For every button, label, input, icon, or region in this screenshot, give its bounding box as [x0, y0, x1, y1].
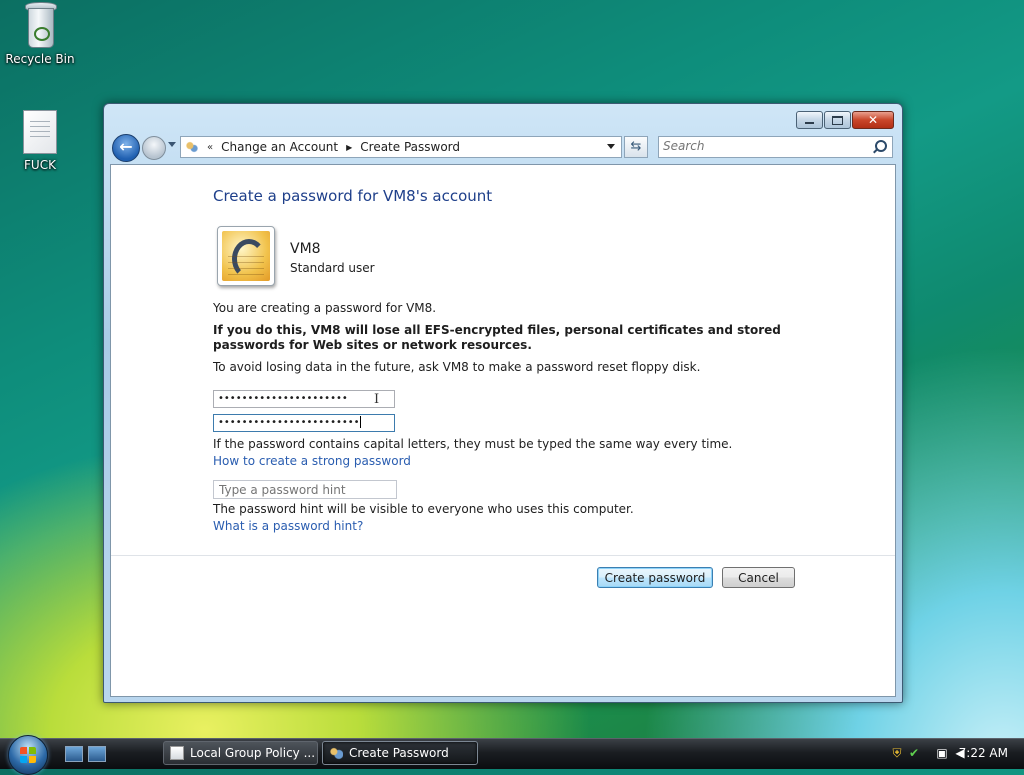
- taskbar-button-group-policy[interactable]: Local Group Policy ...: [163, 741, 318, 765]
- desktop-icon-recycle-bin[interactable]: Recycle Bin: [0, 2, 80, 66]
- minimize-icon: [805, 122, 814, 124]
- desktop-icon-label: FUCK: [24, 158, 56, 172]
- text-cursor-icon: I: [374, 392, 380, 407]
- close-icon: ✕: [867, 113, 879, 127]
- text-file-icon: [23, 110, 57, 154]
- password-hint-link[interactable]: What is a password hint?: [213, 519, 363, 533]
- forward-button[interactable]: [142, 136, 166, 160]
- cancel-button[interactable]: Cancel: [722, 567, 795, 588]
- search-icon[interactable]: [875, 140, 887, 152]
- bass-clef-avatar-icon: [222, 231, 270, 281]
- show-desktop-icon[interactable]: [65, 746, 83, 762]
- maximize-icon: [832, 115, 843, 125]
- new-password-value: ••••••••••••••••••••••: [218, 393, 348, 404]
- create-password-window: ✕ ← « Change an Account ▶ Create Passwor…: [103, 103, 903, 703]
- notification-area: ⛨ ✔ ▣ ◀ 7:22 AM: [869, 739, 1024, 769]
- new-password-input[interactable]: •••••••••••••••••••••• I: [213, 390, 395, 408]
- breadcrumb-create-password[interactable]: Create Password: [360, 140, 460, 154]
- clock[interactable]: 7:22 AM: [959, 746, 1008, 760]
- user-avatar: [217, 226, 275, 286]
- user-accounts-icon: [329, 746, 343, 760]
- desktop-icon-label: Recycle Bin: [5, 52, 75, 66]
- network-icon[interactable]: ▣: [935, 746, 949, 760]
- user-name: VM8: [290, 241, 321, 257]
- search-box[interactable]: [658, 136, 893, 158]
- breadcrumb-overflow[interactable]: «: [207, 142, 213, 153]
- confirm-password-input[interactable]: ••••••••••••••••••••••••: [213, 414, 395, 432]
- hint-note-text: The password hint will be visible to eve…: [213, 502, 634, 516]
- document-icon: [170, 746, 184, 760]
- taskbar: Local Group Policy ... Create Password ⛨…: [0, 735, 1024, 775]
- breadcrumb-arrow-icon[interactable]: ▶: [346, 143, 352, 152]
- navigation-bar: ← « Change an Account ▶ Create Password …: [112, 134, 894, 162]
- taskbar-button-create-password[interactable]: Create Password: [322, 741, 478, 765]
- update-icon[interactable]: ✔: [907, 746, 921, 760]
- maximize-button[interactable]: [824, 111, 851, 129]
- search-input[interactable]: [659, 137, 863, 155]
- text-caret: [359, 416, 361, 428]
- taskbar-button-label: Create Password: [349, 746, 449, 760]
- page-title: Create a password for VM8's account: [213, 187, 493, 205]
- security-shield-icon[interactable]: ⛨: [890, 746, 904, 760]
- recent-pages-dropdown[interactable]: [168, 142, 176, 147]
- content-pane: Create a password for VM8's account VM8 …: [110, 164, 896, 697]
- refresh-button[interactable]: ⇆: [624, 136, 648, 158]
- start-button[interactable]: [8, 735, 48, 775]
- confirm-password-value: ••••••••••••••••••••••••: [218, 417, 360, 428]
- back-arrow-icon: ←: [119, 137, 133, 156]
- breadcrumb-change-account[interactable]: Change an Account: [221, 140, 338, 154]
- password-hint-input[interactable]: [213, 480, 397, 499]
- recycle-bin-icon: [23, 2, 57, 48]
- caption-buttons: ✕: [796, 111, 894, 129]
- minimize-button[interactable]: [796, 111, 823, 129]
- user-accounts-icon: [185, 140, 199, 154]
- create-password-button[interactable]: Create password: [597, 567, 713, 588]
- user-type: Standard user: [290, 261, 375, 275]
- switch-windows-icon[interactable]: [88, 746, 106, 762]
- divider: [111, 555, 895, 556]
- taskbar-button-label: Local Group Policy ...: [190, 746, 316, 760]
- address-bar[interactable]: « Change an Account ▶ Create Password: [180, 136, 622, 158]
- desktop-icon-file[interactable]: FUCK: [0, 110, 80, 172]
- close-button[interactable]: ✕: [852, 111, 894, 129]
- strong-password-link[interactable]: How to create a strong password: [213, 454, 411, 468]
- case-note-text: If the password contains capital letters…: [213, 437, 733, 451]
- back-button[interactable]: ←: [112, 134, 140, 162]
- warning-text: If you do this, VM8 will lose all EFS-en…: [213, 323, 781, 352]
- refresh-icon: ⇆: [630, 139, 642, 154]
- intro-text: You are creating a password for VM8.: [213, 301, 437, 315]
- advice-text: To avoid losing data in the future, ask …: [213, 360, 701, 374]
- address-dropdown-icon[interactable]: [607, 144, 615, 149]
